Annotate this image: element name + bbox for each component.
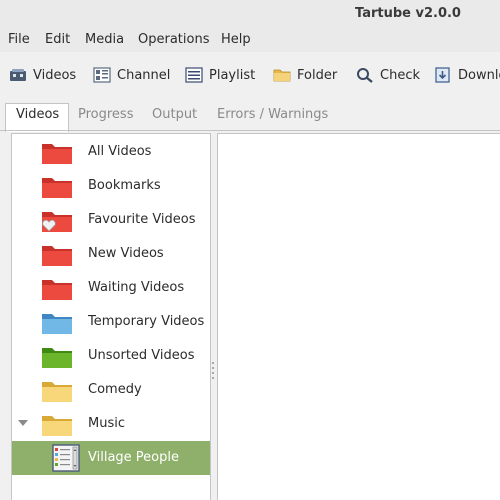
check-icon [357,68,373,83]
blue-folder-icon [42,314,72,334]
yellow-folder-icon [42,416,72,436]
tree-item-temporary-videos[interactable]: Temporary Videos [12,305,210,339]
yellow-folder-icon [42,382,72,402]
tab-progress[interactable]: Progress [78,107,133,122]
tab-output[interactable]: Output [152,107,197,122]
add-channel-label: Channel [117,67,171,83]
title-bar: Tartube v2.0.0 [0,0,500,28]
check-all-button[interactable]: Check [356,64,420,86]
tree-item-village-people[interactable]: Village People [12,441,210,475]
tab-divider [0,130,500,131]
menu-bar: File Edit Media Operations Help [0,28,500,52]
red-folder-heart-icon [42,212,72,232]
menu-help[interactable]: Help [221,32,251,47]
tree-item-waiting-videos[interactable]: Waiting Videos [12,271,210,305]
red-folder-icon [42,280,72,300]
channel-icon [93,67,111,83]
tab-errors-warnings[interactable]: Errors / Warnings [217,107,328,122]
tree-item-new-videos[interactable]: New Videos [12,237,210,271]
add-videos-button[interactable]: Videos [9,64,76,86]
tree-item-all-videos[interactable]: All Videos [12,135,210,169]
pane-splitter-handle[interactable] [212,362,215,384]
red-folder-icon [42,178,72,198]
tree-item-comedy[interactable]: Comedy [12,373,210,407]
tree-item-favourite-videos[interactable]: Favourite Videos [12,203,210,237]
tree-item-label: Bookmarks [88,178,161,193]
add-folder-label: Folder [297,67,338,83]
window-title: Tartube v2.0.0 [355,6,461,21]
add-playlist-label: Playlist [209,67,256,83]
menu-operations[interactable]: Operations [138,32,209,47]
folder-icon [273,69,291,82]
expander-down-icon[interactable] [18,420,28,426]
main-toolbar: Videos Channel Playlist Folder Check Dow… [0,54,500,96]
video-catalogue-pane [217,133,500,500]
green-folder-icon [42,348,72,368]
tree-item-label: New Videos [88,246,164,261]
tree-item-label: All Videos [88,144,152,159]
download-all-button[interactable]: Download [434,64,500,86]
download-all-label: Download [458,67,500,83]
tree-item-label: Music [88,416,125,431]
add-channel-button[interactable]: Channel [93,64,170,86]
check-all-label: Check [380,67,420,83]
red-folder-icon [42,144,72,164]
add-folder-button[interactable]: Folder [273,64,337,86]
playlist-icon [52,444,80,472]
menu-file[interactable]: File [8,32,30,47]
tab-videos[interactable]: Videos [16,107,59,122]
tree-item-music[interactable]: Music [12,407,210,441]
tree-item-label: Village People [88,450,179,465]
tree-item-label: Waiting Videos [88,280,185,295]
playlist-icon [185,67,203,83]
menu-edit[interactable]: Edit [45,32,70,47]
tree-item-label: Temporary Videos [88,314,205,329]
tree-item-label: Unsorted Videos [88,348,195,363]
menu-media[interactable]: Media [85,32,124,47]
tree-item-unsorted-videos[interactable]: Unsorted Videos [12,339,210,373]
download-icon [435,67,450,83]
add-playlist-button[interactable]: Playlist [185,64,255,86]
tree-item-label: Comedy [88,382,142,397]
red-folder-icon [42,246,72,266]
tree-item-bookmarks[interactable]: Bookmarks [12,169,210,203]
videos-icon [10,69,26,81]
main-tabs: Videos Progress Output Errors / Warnings [0,101,500,132]
tree-item-label: Favourite Videos [88,212,196,227]
video-tree[interactable]: All Videos Bookmarks Favourite Videos Ne… [11,133,211,500]
add-videos-label: Videos [33,67,77,83]
